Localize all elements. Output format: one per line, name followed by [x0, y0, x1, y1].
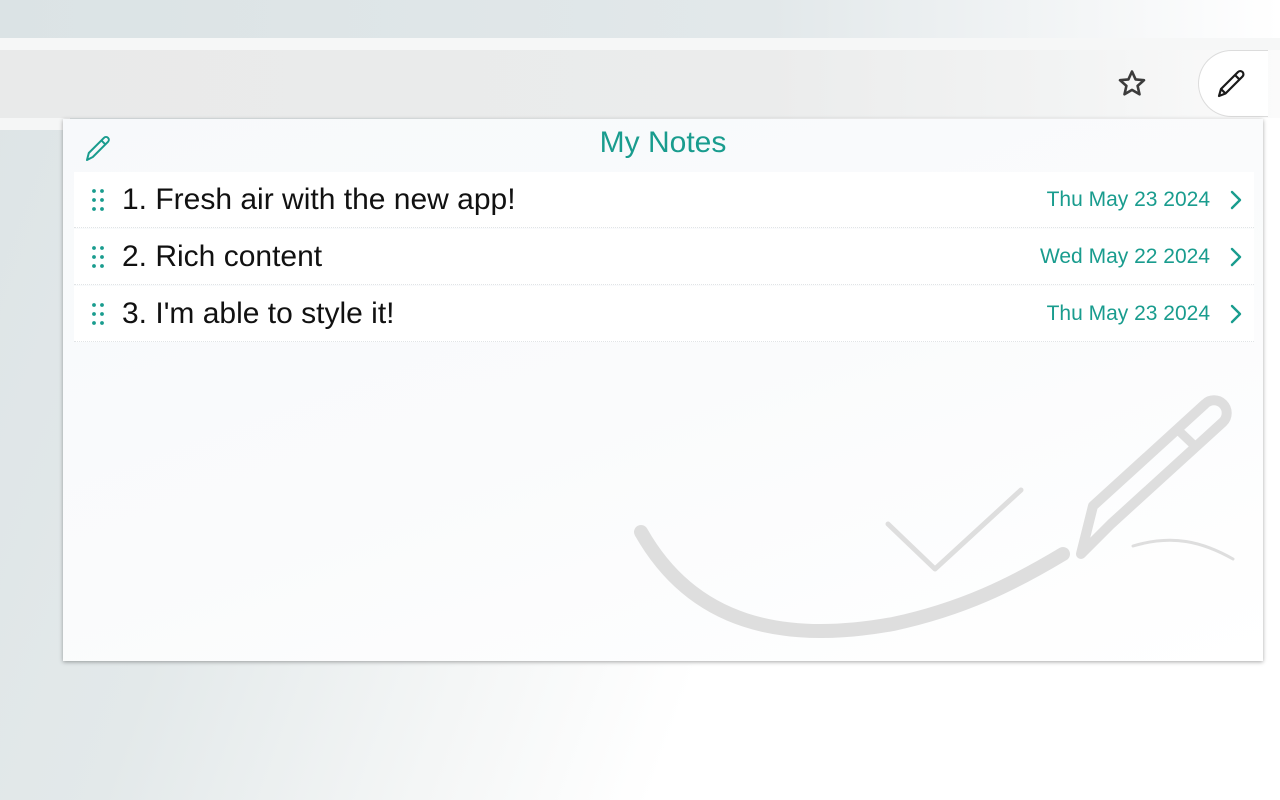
note-date: Thu May 23 2024 [1046, 301, 1210, 325]
pencil-checkmark-watermark [634, 395, 1235, 639]
note-title: 2. Rich content [122, 239, 323, 273]
browser-toolbar-divider [0, 38, 1280, 50]
browser-address-bar[interactable] [0, 50, 1280, 118]
note-title: 3. I'm able to style it! [122, 296, 395, 330]
note-title: 1. Fresh air with the new app! [122, 182, 516, 216]
note-item[interactable]: 1. Fresh air with the new app! Thu May 2… [74, 172, 1254, 228]
open-note-button[interactable] [1224, 243, 1248, 271]
note-date: Wed May 22 2024 [1039, 244, 1210, 268]
drag-handle[interactable] [74, 245, 122, 269]
pencil-icon [1217, 69, 1245, 97]
notes-list: 1. Fresh air with the new app! Thu May 2… [74, 172, 1254, 342]
chevron-right-icon [1230, 247, 1242, 266]
chevron-right-icon [1230, 304, 1242, 323]
drag-handle-icon [92, 302, 104, 325]
open-note-button[interactable] [1224, 186, 1248, 214]
browser-tab-strip [0, 0, 1280, 38]
bookmark-star-button[interactable] [1112, 64, 1152, 104]
note-item[interactable]: 2. Rich content Wed May 22 2024 [74, 229, 1254, 285]
address-bar-edge [0, 118, 70, 130]
drag-handle[interactable] [74, 302, 122, 326]
chevron-right-icon [1230, 190, 1242, 209]
open-note-button[interactable] [1224, 300, 1248, 328]
notes-popup: My Notes 1. Fresh air with the new app! … [63, 119, 1263, 661]
note-item[interactable]: 3. I'm able to style it! Thu May 23 2024 [74, 286, 1254, 342]
star-outline-icon [1118, 70, 1146, 96]
note-date: Thu May 23 2024 [1046, 187, 1210, 211]
notes-extension-button[interactable] [1198, 50, 1268, 117]
drag-handle-icon [92, 188, 104, 211]
drag-handle[interactable] [74, 188, 122, 212]
drag-handle-icon [92, 245, 104, 268]
popup-title: My Notes [599, 126, 727, 159]
